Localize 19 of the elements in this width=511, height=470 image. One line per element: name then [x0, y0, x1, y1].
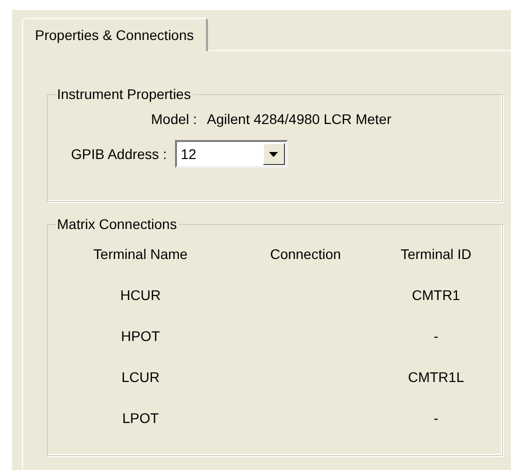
gpib-address-dropdown[interactable]: 12: [174, 140, 288, 168]
table-cell: HPOT: [121, 328, 160, 344]
column-header: Connection: [269, 245, 342, 264]
model-value: Agilent 4284/4980 LCR Meter: [206, 110, 392, 129]
table-cell: CMTR1: [412, 287, 460, 303]
tab[interactable]: Properties & Connections: [22, 18, 208, 51]
table-cell: LPOT: [122, 410, 159, 426]
table-cell: LCUR: [121, 369, 160, 385]
dropdown-caret-icon[interactable]: [262, 143, 285, 165]
table-cell: -: [434, 410, 438, 426]
table-cell: CMTR1L: [408, 369, 464, 385]
column-header: Terminal Name: [92, 245, 189, 264]
table-cell: -: [434, 328, 438, 344]
gpib-address-label: GPIB Address :: [71, 144, 167, 164]
group-title: Instrument Properties: [56, 86, 193, 102]
column-header: Terminal ID: [400, 245, 472, 264]
table-cell: HCUR: [120, 287, 161, 303]
model-label: Model :: [151, 110, 197, 129]
group-title: Matrix Connections: [56, 216, 179, 232]
